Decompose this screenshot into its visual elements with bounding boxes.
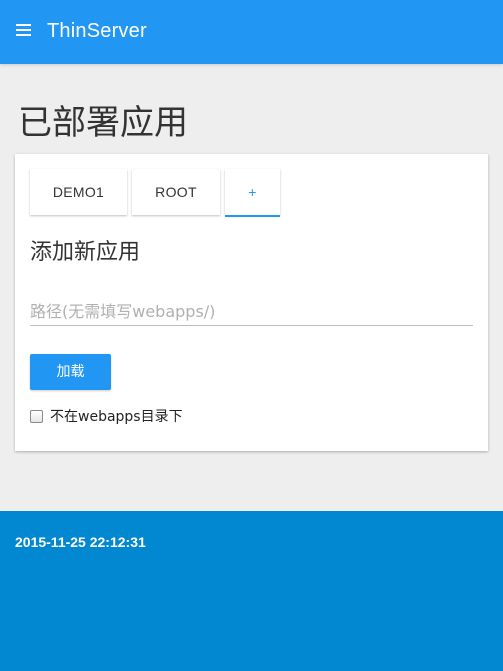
- add-app-title: 添加新应用: [30, 240, 141, 265]
- not-in-webapps-label[interactable]: 不在webapps目录下: [50, 406, 183, 426]
- path-input[interactable]: [30, 297, 473, 326]
- not-in-webapps-checkbox[interactable]: [30, 409, 43, 423]
- app-bar: ThinServer: [0, 0, 503, 64]
- active-tab-indicator: [225, 215, 280, 217]
- hamburger-menu-icon[interactable]: [14, 20, 34, 42]
- deployed-apps-card: DEMO1 ROOT + 添加新应用 加载 不在webapps目录下: [15, 154, 488, 451]
- menu-line: [16, 34, 31, 36]
- tab-add-new[interactable]: +: [225, 169, 280, 217]
- menu-line: [16, 29, 31, 31]
- server-timestamp: 2015-11-25 22:12:31: [15, 534, 146, 550]
- tab-demo1[interactable]: DEMO1: [30, 169, 127, 215]
- menu-line: [16, 24, 31, 26]
- tab-add-label: +: [248, 184, 257, 200]
- not-in-webapps-option[interactable]: 不在webapps目录下: [30, 406, 183, 426]
- app-title[interactable]: ThinServer: [47, 19, 147, 43]
- footer: 2015-11-25 22:12:31: [0, 511, 503, 671]
- page-title: 已部署应用: [18, 103, 188, 143]
- load-button[interactable]: 加载: [30, 354, 111, 390]
- tab-root[interactable]: ROOT: [132, 169, 220, 215]
